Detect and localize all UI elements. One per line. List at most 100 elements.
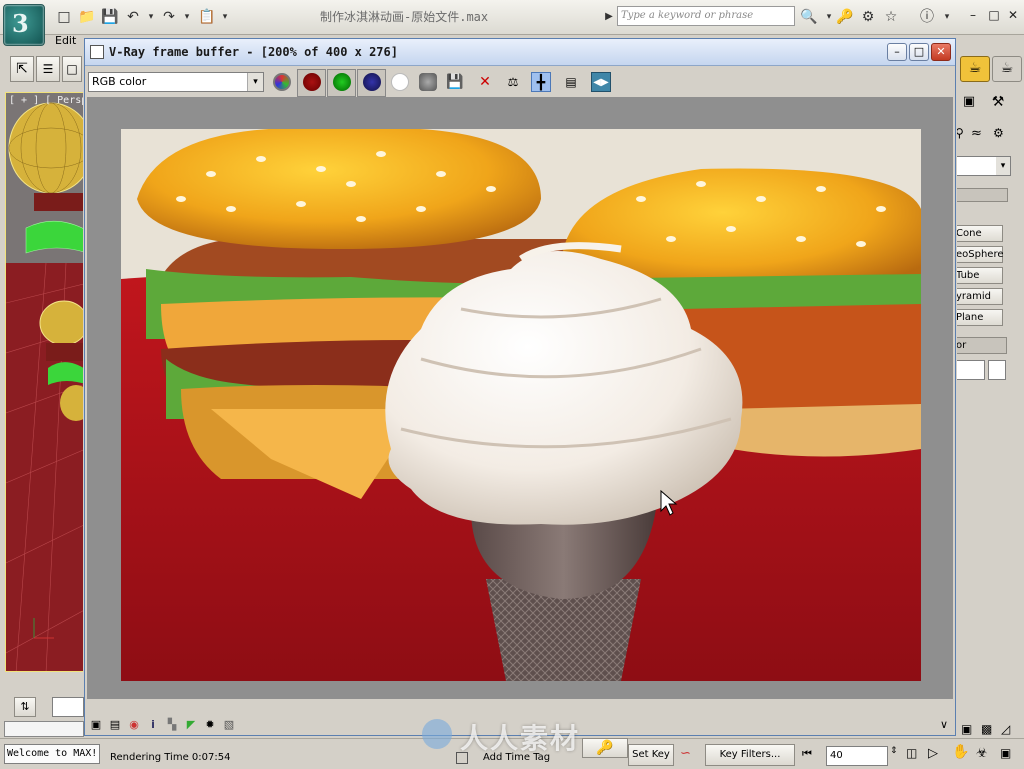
green-channel-icon[interactable] xyxy=(333,73,351,91)
restore-app-button[interactable]: □ xyxy=(985,7,1003,23)
maxscript-listener[interactable] xyxy=(4,721,84,737)
maxscript-mini-listener[interactable]: Welcome to MAX! xyxy=(4,744,100,764)
perspective-viewport[interactable] xyxy=(5,92,87,672)
pyramid-button[interactable]: yramid xyxy=(955,288,1003,305)
viewport-label[interactable]: [ + ] [ Perspe xyxy=(9,95,93,106)
blue-channel-icon[interactable] xyxy=(363,73,381,91)
object-name-field[interactable] xyxy=(955,360,985,380)
channel-select[interactable]: RGB color ▾ xyxy=(88,72,264,92)
help-dropdown-icon[interactable]: ▾ xyxy=(938,8,956,26)
utilities-hammer-icon[interactable]: ⚒ xyxy=(987,94,1009,114)
key-filters-button[interactable]: Key Filters... xyxy=(705,744,795,766)
main-toolbar: ⇱ ☰ □ xyxy=(0,50,86,88)
set-key-button[interactable]: Set Key xyxy=(628,744,674,766)
spacewarps-icon[interactable]: ≈ xyxy=(971,126,991,146)
geosphere-button[interactable]: eoSphere xyxy=(955,246,1004,263)
render-scene xyxy=(121,129,921,681)
window-title: 制作冰淇淋动画-原始文件.max xyxy=(320,10,489,24)
command-panel: ☕ ☕ ▣ ⚒ ⚲ ≈ ⚙ ▾ xyxy=(955,48,1024,738)
selection-region-icon[interactable]: □ xyxy=(62,56,82,82)
undo-dropdown-icon[interactable]: ▾ xyxy=(142,8,160,26)
watermark-text: 人人素材 xyxy=(422,717,581,757)
viewport-nav-top: ▣ ▩ ◿ xyxy=(955,720,1024,742)
maximize-viewport-icon[interactable]: ▣ xyxy=(1000,746,1011,760)
binoculars-icon[interactable]: 🔍 xyxy=(800,8,818,26)
plane-button[interactable]: Plane xyxy=(955,309,1003,326)
levels-icon[interactable]: ▤ xyxy=(108,718,122,732)
subscription-key-icon[interactable]: 🔑 xyxy=(836,8,854,26)
info-center-arrow-icon[interactable]: ▶ xyxy=(600,8,618,26)
project-folder-icon[interactable]: 📋 xyxy=(198,8,216,26)
color-corrections-icon[interactable]: ◉ xyxy=(127,718,141,732)
app-logo-icon[interactable]: 3 xyxy=(3,4,45,46)
help-icon[interactable]: ⓘ xyxy=(918,8,936,26)
close-app-button[interactable]: ✕ xyxy=(1004,7,1022,23)
fb-minimize-button[interactable]: – xyxy=(887,43,907,61)
time-slider-track[interactable] xyxy=(52,697,84,717)
favorites-star-icon[interactable]: ☆ xyxy=(882,8,900,26)
object-color-swatch[interactable] xyxy=(988,360,1006,380)
display-correction-icon[interactable]: ▣ xyxy=(89,718,103,732)
zoom-extents-icon[interactable]: ▩ xyxy=(981,722,992,736)
icc-icon[interactable]: ✹ xyxy=(203,718,217,732)
communication-center-icon[interactable]: ⚙ xyxy=(859,8,877,26)
monochrome-icon[interactable] xyxy=(419,73,437,91)
frame-buffer-titlebar[interactable]: V-Ray frame buffer - [200% of 400 x 276]… xyxy=(85,39,955,66)
watermark-label: 人人素材 xyxy=(460,722,581,755)
go-to-start-icon[interactable]: ⏮ xyxy=(802,747,812,761)
clear-image-icon[interactable]: ✕ xyxy=(475,72,495,92)
save-image-icon[interactable]: 💾 xyxy=(445,72,465,92)
link-vfb-icon[interactable]: ▤ xyxy=(561,72,581,92)
current-frame-field[interactable]: 40 xyxy=(826,746,888,766)
time-slider-toggle-icon[interactable]: ⇅ xyxy=(14,697,36,717)
region-render-icon[interactable]: ╋ xyxy=(531,72,551,92)
zoom-icon[interactable]: ▷ xyxy=(928,746,938,761)
fb-close-button[interactable]: ✕ xyxy=(931,43,951,61)
undo-icon[interactable]: ↶ xyxy=(124,8,142,26)
expand-panel-chevron-icon[interactable]: ∨ xyxy=(937,718,951,732)
histogram-icon[interactable]: ▚ xyxy=(165,718,179,732)
watermark-logo-icon xyxy=(422,719,452,749)
lut-icon[interactable]: ◤ xyxy=(184,718,198,732)
object-type-select[interactable]: ▾ xyxy=(955,156,1011,176)
open-file-icon[interactable]: 📁 xyxy=(78,8,96,26)
search-input[interactable]: Type a keyword or phrase xyxy=(617,6,795,26)
set-key-mode-icon[interactable]: 🔑 xyxy=(582,738,628,758)
redo-icon[interactable]: ↷ xyxy=(160,8,178,26)
track-mouse-icon[interactable]: ⚖ xyxy=(503,72,523,92)
redo-dropdown-icon[interactable]: ▾ xyxy=(178,8,196,26)
new-file-icon[interactable]: □ xyxy=(55,8,73,26)
project-dropdown-icon[interactable]: ▾ xyxy=(216,8,234,26)
field-of-view-icon[interactable]: ◿ xyxy=(1001,722,1010,736)
tube-button[interactable]: Tube xyxy=(955,267,1003,284)
systems-icon[interactable]: ⚙ xyxy=(993,126,1013,146)
fb-maximize-button[interactable]: □ xyxy=(909,43,929,61)
frame-spinner-icon[interactable]: ⇕ xyxy=(890,746,898,756)
render-production-icon[interactable]: ☕ xyxy=(992,56,1022,82)
name-and-color-rollout[interactable]: or xyxy=(955,337,1007,354)
red-channel-icon[interactable] xyxy=(303,73,321,91)
rgb-channels-icon[interactable] xyxy=(273,73,291,91)
helpers-icon[interactable]: ⚲ xyxy=(955,126,969,146)
render-viewport[interactable] xyxy=(87,97,953,699)
key-mode-icon[interactable]: ∽ xyxy=(680,746,700,764)
object-type-rollout[interactable] xyxy=(955,188,1008,202)
pan-hand-icon[interactable]: ✋ xyxy=(952,744,969,760)
color-clamp-icon[interactable]: ▧ xyxy=(222,718,236,732)
time-configuration-icon[interactable]: ◫ xyxy=(906,746,917,760)
select-object-icon[interactable]: ⇱ xyxy=(10,56,34,82)
menu-edit[interactable]: Edit xyxy=(55,34,76,47)
info-icon[interactable]: i xyxy=(146,718,160,732)
select-by-name-icon[interactable]: ☰ xyxy=(36,56,60,82)
chevron-down-icon[interactable]: ▾ xyxy=(247,73,263,91)
zoom-all-icon[interactable]: ▣ xyxy=(961,722,972,736)
minimize-app-button[interactable]: – xyxy=(964,7,982,23)
orbit-icon[interactable]: ☣ xyxy=(976,746,988,761)
alpha-channel-icon[interactable] xyxy=(391,73,409,91)
cone-button[interactable]: Cone xyxy=(955,225,1003,242)
teapot-render-icon[interactable]: ☕ xyxy=(960,56,990,82)
save-file-icon[interactable]: 💾 xyxy=(101,8,119,26)
compare-icon[interactable]: ◀▶ xyxy=(591,72,611,92)
display-panel-icon[interactable]: ▣ xyxy=(958,94,980,114)
viewport-scene xyxy=(6,93,86,671)
